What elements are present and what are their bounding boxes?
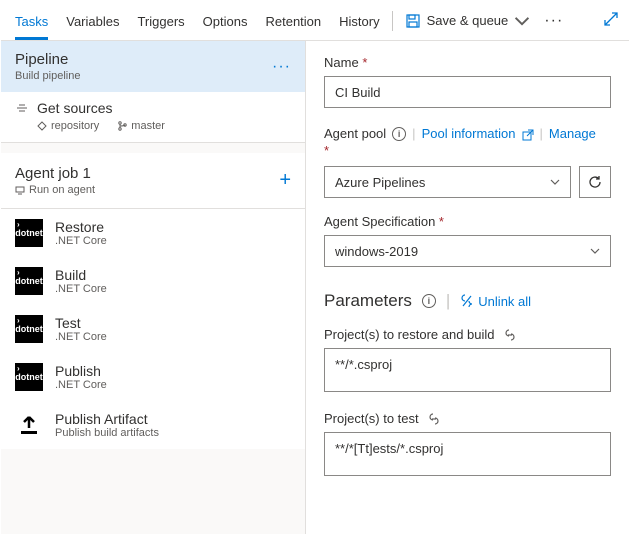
dotnet-icon: ›dotnet bbox=[15, 315, 43, 343]
name-label: Name * bbox=[324, 55, 611, 70]
parameters-heading: Parameters bbox=[324, 291, 412, 311]
left-pane: Pipeline Build pipeline ··· Get sources … bbox=[1, 41, 306, 534]
task-sub: Publish build artifacts bbox=[55, 427, 159, 439]
get-sources-title: Get sources bbox=[37, 100, 112, 116]
projects-build-label: Project(s) to restore and build bbox=[324, 327, 495, 342]
task-label: Build bbox=[55, 267, 107, 283]
tab-variables[interactable]: Variables bbox=[66, 4, 119, 40]
upload-icon bbox=[15, 411, 43, 439]
chevron-down-icon bbox=[514, 13, 530, 29]
agent-spec-value: windows-2019 bbox=[335, 244, 418, 259]
task-sub: .NET Core bbox=[55, 235, 107, 247]
link-icon[interactable] bbox=[503, 328, 517, 342]
tab-retention[interactable]: Retention bbox=[265, 4, 321, 40]
refresh-pools-button[interactable] bbox=[579, 166, 611, 198]
task-label: Publish Artifact bbox=[55, 411, 159, 427]
tab-tasks[interactable]: Tasks bbox=[15, 4, 48, 40]
add-task-button[interactable]: + bbox=[279, 169, 291, 192]
pool-information-link[interactable]: Pool information bbox=[422, 126, 516, 141]
agent-pool-select[interactable]: Azure Pipelines bbox=[324, 166, 571, 198]
task-sub: .NET Core bbox=[55, 283, 107, 295]
task-sub: .NET Core bbox=[55, 331, 107, 343]
branch-badge: master bbox=[117, 120, 165, 132]
agent-job-title: Agent job 1 bbox=[15, 165, 279, 182]
agent-pool-value: Azure Pipelines bbox=[335, 175, 425, 190]
open-external-icon[interactable] bbox=[522, 129, 534, 141]
agent-job-subtitle: Run on agent bbox=[15, 184, 279, 196]
task-list: ›dotnet Restore .NET Core ›dotnet Build … bbox=[1, 209, 305, 449]
task-label: Publish bbox=[55, 363, 107, 379]
tab-history[interactable]: History bbox=[339, 4, 379, 40]
task-publish[interactable]: ›dotnet Publish .NET Core bbox=[1, 353, 305, 401]
repo-icon bbox=[37, 121, 47, 131]
task-label: Test bbox=[55, 315, 107, 331]
tab-triggers[interactable]: Triggers bbox=[137, 4, 184, 40]
agent-job-item[interactable]: Agent job 1 Run on agent + bbox=[1, 153, 305, 209]
manage-link[interactable]: Manage bbox=[549, 126, 596, 141]
task-restore[interactable]: ›dotnet Restore .NET Core bbox=[1, 209, 305, 257]
agent-pool-label: Agent pool bbox=[324, 126, 386, 141]
dotnet-icon: ›dotnet bbox=[15, 219, 43, 247]
refresh-icon bbox=[587, 174, 603, 190]
task-test[interactable]: ›dotnet Test .NET Core bbox=[1, 305, 305, 353]
info-icon[interactable]: i bbox=[392, 127, 406, 141]
dotnet-icon: ›dotnet bbox=[15, 267, 43, 295]
agent-spec-select[interactable]: windows-2019 bbox=[324, 235, 611, 267]
save-and-queue-button[interactable]: Save & queue bbox=[405, 13, 531, 29]
unlink-all-link[interactable]: Unlink all bbox=[460, 294, 531, 309]
pipeline-subtitle: Build pipeline bbox=[15, 70, 272, 82]
more-actions-button[interactable]: ··· bbox=[544, 12, 563, 30]
tabs: Tasks Variables Triggers Options Retenti… bbox=[15, 1, 380, 40]
task-build[interactable]: ›dotnet Build .NET Core bbox=[1, 257, 305, 305]
tab-bar: Tasks Variables Triggers Options Retenti… bbox=[1, 1, 629, 41]
projects-build-input[interactable] bbox=[324, 348, 611, 392]
agent-spec-label: Agent Specification * bbox=[324, 214, 611, 229]
get-sources-item[interactable]: Get sources repository master bbox=[1, 92, 305, 143]
dotnet-icon: ›dotnet bbox=[15, 363, 43, 391]
pipeline-more-button[interactable]: ··· bbox=[272, 58, 291, 76]
details-pane: Name * Agent pool i | Pool information |… bbox=[306, 41, 629, 534]
agent-icon bbox=[15, 185, 25, 195]
chevron-down-icon bbox=[590, 246, 600, 256]
info-icon[interactable]: i bbox=[422, 294, 436, 308]
projects-test-input[interactable] bbox=[324, 432, 611, 476]
name-input[interactable] bbox=[324, 76, 611, 108]
repository-badge: repository bbox=[37, 120, 99, 132]
save-and-queue-label: Save & queue bbox=[427, 13, 509, 28]
pipeline-title: Pipeline bbox=[15, 51, 272, 68]
projects-test-label: Project(s) to test bbox=[324, 411, 419, 426]
unlink-icon bbox=[460, 294, 474, 308]
separator bbox=[392, 11, 393, 31]
task-publish-artifact[interactable]: Publish Artifact Publish build artifacts bbox=[1, 401, 305, 449]
tab-options[interactable]: Options bbox=[203, 4, 248, 40]
task-label: Restore bbox=[55, 219, 107, 235]
task-sub: .NET Core bbox=[55, 379, 107, 391]
link-icon[interactable] bbox=[427, 412, 441, 426]
branch-icon bbox=[117, 121, 127, 131]
chevron-down-icon bbox=[550, 177, 560, 187]
pipeline-header[interactable]: Pipeline Build pipeline ··· bbox=[1, 41, 305, 92]
sources-icon bbox=[15, 101, 29, 115]
save-icon bbox=[405, 13, 421, 29]
fullscreen-button[interactable] bbox=[603, 11, 619, 30]
